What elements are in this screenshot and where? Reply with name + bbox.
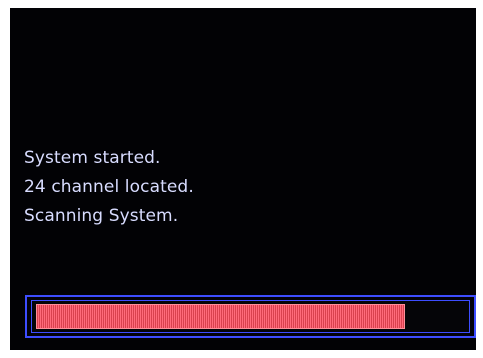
status-message-system-started: System started. <box>24 148 161 168</box>
status-messages: System started. 24 channel located. Scan… <box>24 144 194 231</box>
scanning-screen: System started. 24 channel located. Scan… <box>10 8 476 350</box>
scan-progress-fill <box>36 304 405 329</box>
status-message-scanning: Scanning System. <box>24 206 179 226</box>
status-message-channels-located: 24 channel located. <box>24 177 194 197</box>
scan-progress-bar <box>25 295 476 338</box>
scan-progress-track <box>31 300 470 333</box>
